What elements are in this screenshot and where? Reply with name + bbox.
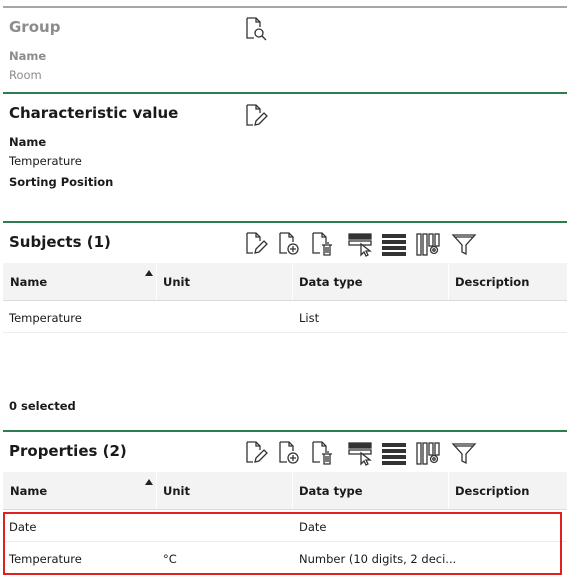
characteristic-section: Characteristic value Name Temperature So… — [0, 92, 567, 220]
group-name-value: Room — [9, 68, 42, 82]
column-settings-icon[interactable] — [415, 440, 441, 466]
cell-data-type: List — [299, 311, 320, 325]
subjects-table-header: Name Unit Data type Description — [3, 263, 567, 301]
characteristic-name-value: Temperature — [9, 154, 82, 168]
column-header-data-type[interactable]: Data type — [299, 484, 363, 498]
column-header-data-type[interactable]: Data type — [299, 275, 363, 289]
group-title: Group — [9, 18, 61, 36]
characteristic-title: Characteristic value — [9, 104, 179, 122]
group-top-divider — [3, 6, 567, 8]
filter-icon[interactable] — [451, 231, 477, 257]
sorting-position-label: Sorting Position — [9, 175, 114, 189]
group-name-label: Name — [9, 49, 47, 63]
column-header-unit[interactable]: Unit — [163, 275, 190, 289]
column-settings-icon[interactable] — [415, 231, 441, 257]
document-delete-icon[interactable] — [309, 231, 335, 257]
sort-ascending-icon[interactable] — [145, 270, 153, 276]
column-header-name[interactable]: Name — [10, 275, 47, 289]
column-header-name[interactable]: Name — [10, 484, 47, 498]
filter-icon[interactable] — [451, 440, 477, 466]
cell-name: Temperature — [9, 311, 82, 325]
properties-title: Properties (2) — [9, 442, 127, 460]
subjects-top-divider — [3, 221, 567, 223]
document-add-icon[interactable] — [276, 231, 302, 257]
document-add-icon[interactable] — [276, 440, 302, 466]
subjects-section: Subjects (1) Name Unit Data type Descrip… — [0, 221, 567, 429]
sort-ascending-icon[interactable] — [145, 479, 153, 485]
column-header-description[interactable]: Description — [455, 484, 529, 498]
document-edit-icon[interactable] — [243, 440, 269, 466]
group-section: Group Name Room — [0, 0, 567, 92]
rows-list-icon[interactable] — [381, 440, 407, 466]
document-delete-icon[interactable] — [309, 440, 335, 466]
highlight-box — [3, 512, 562, 575]
characteristic-top-divider — [3, 92, 567, 94]
select-rows-icon[interactable] — [347, 440, 373, 466]
select-rows-icon[interactable] — [347, 231, 373, 257]
properties-table-header: Name Unit Data type Description — [3, 472, 567, 510]
rows-list-icon[interactable] — [381, 231, 407, 257]
table-row[interactable]: Temperature List — [3, 301, 567, 333]
document-edit-icon[interactable] — [243, 103, 269, 129]
column-header-description[interactable]: Description — [455, 275, 529, 289]
subjects-title: Subjects (1) — [9, 233, 111, 251]
document-edit-icon[interactable] — [243, 231, 269, 257]
selected-count: 0 selected — [9, 399, 76, 413]
characteristic-name-label: Name — [9, 135, 47, 149]
document-search-icon[interactable] — [243, 16, 269, 42]
column-header-unit[interactable]: Unit — [163, 484, 190, 498]
properties-top-divider — [3, 430, 567, 432]
